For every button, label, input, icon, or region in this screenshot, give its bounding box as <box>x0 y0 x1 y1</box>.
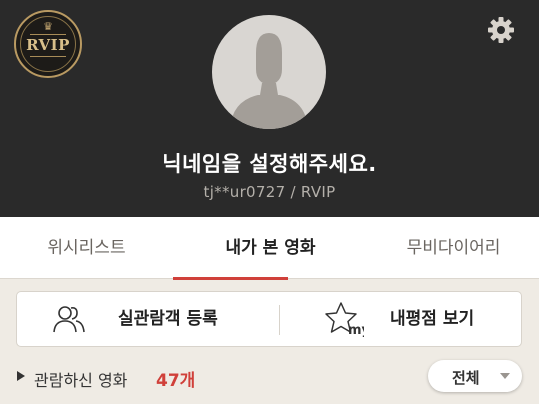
nickname-prompt[interactable]: 닉네임을 설정해주세요. <box>0 148 539 178</box>
tab-movie-diary[interactable]: 무비다이어리 <box>368 217 539 279</box>
tab-wishlist[interactable]: 위시리스트 <box>0 217 173 279</box>
svg-text:my: my <box>348 323 364 337</box>
watched-count: 47개 <box>156 371 196 391</box>
user-id-grade: tj**ur0727 / RVIP <box>203 183 336 201</box>
my-reviews-button[interactable]: my 내평점 보기 <box>280 292 521 346</box>
watched-label: 관람하신 영화 <box>34 371 128 390</box>
register-audience-label: 실관람객 등록 <box>118 309 218 329</box>
tab-bar: 위시리스트 내가 본 영화 무비다이어리 <box>0 217 539 279</box>
avatar-silhouette-icon <box>230 33 308 129</box>
filter-dropdown[interactable]: 전체 <box>428 360 522 392</box>
tab-watched-movies[interactable]: 내가 본 영화 <box>173 217 368 279</box>
action-card: 실관람객 등록 my 내평점 보기 <box>16 291 522 347</box>
my-reviews-label: 내평점 보기 <box>390 309 475 329</box>
gear-icon[interactable] <box>485 14 517 46</box>
filter-selected-value: 전체 <box>452 369 480 387</box>
star-my-icon: my <box>325 302 364 337</box>
crown-icon: ♛ <box>43 20 53 33</box>
play-triangle-icon <box>17 371 25 381</box>
people-icon <box>53 306 85 333</box>
chevron-down-icon <box>500 373 510 379</box>
watched-count-row: 관람하신 영화 47개 전체 <box>0 358 539 398</box>
profile-header: ♛ RVIP 닉네임을 설정해주세요. tj**ur0727 / RVIP <box>0 0 539 217</box>
rvip-badge: ♛ RVIP <box>14 10 82 78</box>
avatar[interactable] <box>212 15 326 129</box>
active-tab-indicator <box>173 277 288 280</box>
register-audience-button[interactable]: 실관람객 등록 <box>17 292 279 346</box>
badge-label: RVIP <box>26 36 70 54</box>
